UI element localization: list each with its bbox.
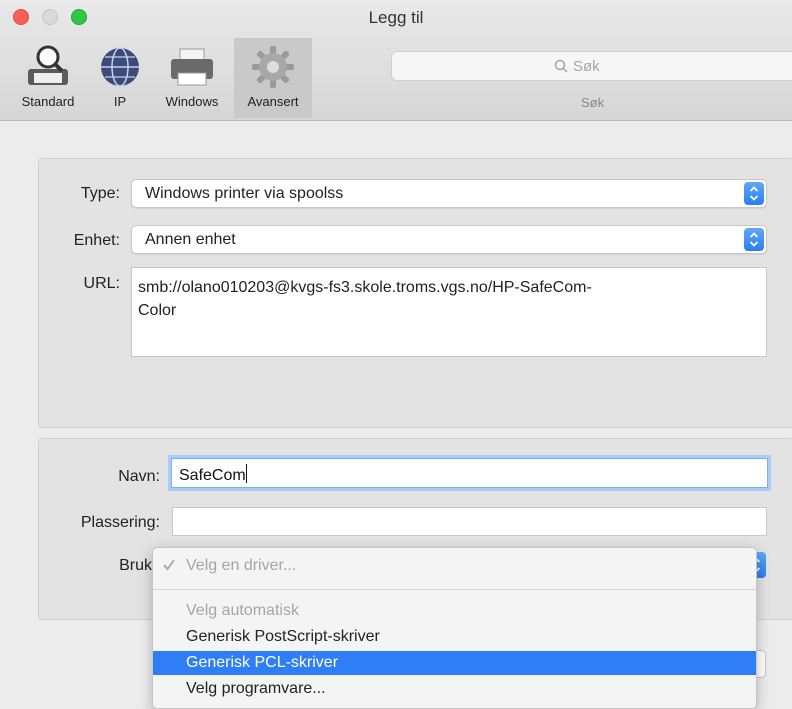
checkmark-icon bbox=[163, 559, 175, 571]
device-popup[interactable]: Annen enhet bbox=[131, 225, 767, 254]
globe-icon bbox=[101, 47, 139, 87]
toolbar-label: Windows bbox=[165, 94, 219, 109]
url-line-1: smb://olano010203@kvgs-fs3.skole.troms.v… bbox=[138, 279, 592, 296]
name-field[interactable]: SafeCom bbox=[171, 458, 768, 488]
name-label: Navn: bbox=[118, 468, 160, 485]
text-caret bbox=[245, 464, 247, 483]
url-line-2: Color bbox=[138, 302, 177, 319]
toolbar-label: Avansert bbox=[247, 94, 299, 109]
menu-separator bbox=[153, 589, 756, 590]
url-label: URL: bbox=[83, 275, 120, 292]
menu-item-current[interactable]: Velg en driver... bbox=[153, 554, 756, 578]
window-title: Legg til bbox=[368, 8, 424, 27]
toolbar-label: Standard bbox=[21, 94, 75, 109]
search-placeholder: Søk bbox=[573, 58, 600, 75]
menu-item-pcl[interactable]: Generisk PCL-skriver bbox=[153, 651, 756, 675]
name-value: SafeCom bbox=[179, 464, 247, 485]
standard-printer-magnifier-icon bbox=[28, 45, 68, 85]
menu-item-auto: Velg automatisk bbox=[153, 599, 756, 623]
url-value: smb://olano010203@kvgs-fs3.skole.troms.v… bbox=[138, 276, 738, 322]
type-value: Windows printer via spoolss bbox=[145, 185, 344, 202]
search-field[interactable]: Søk bbox=[391, 51, 792, 81]
device-label: Enhet: bbox=[73, 232, 120, 249]
chevron-updown-icon bbox=[749, 186, 759, 201]
menu-item-label: Generisk PCL-skriver bbox=[186, 654, 339, 671]
location-field[interactable] bbox=[172, 507, 767, 536]
printer-icon bbox=[171, 48, 213, 86]
toolbar-avansert-button[interactable]: Avansert bbox=[234, 38, 312, 118]
device-value: Annen enhet bbox=[145, 231, 236, 248]
menu-item-label: Velg programvare... bbox=[186, 680, 326, 697]
popup-stepper bbox=[744, 182, 764, 205]
toolbar-label: IP bbox=[113, 94, 127, 109]
type-popup[interactable]: Windows printer via spoolss bbox=[131, 179, 767, 208]
menu-item-select-software[interactable]: Velg programvare... bbox=[153, 677, 756, 701]
gear-icon bbox=[252, 46, 294, 88]
location-label: Plassering: bbox=[80, 514, 160, 531]
use-label: Bruk bbox=[119, 557, 152, 574]
chevron-updown-icon bbox=[749, 232, 759, 247]
window-toolbar: Legg til Standard IP Windows Avansert Sø… bbox=[0, 0, 792, 121]
menu-item-label: Velg en driver... bbox=[186, 557, 297, 574]
url-textarea[interactable]: smb://olano010203@kvgs-fs3.skole.troms.v… bbox=[131, 267, 767, 357]
toolbar-windows-button[interactable]: Windows bbox=[152, 38, 232, 118]
search-placeholder-wrap: Søk bbox=[554, 58, 600, 75]
search-caption: Søk bbox=[581, 95, 605, 110]
toolbar-standard-button[interactable]: Standard bbox=[6, 38, 90, 118]
popup-stepper bbox=[744, 228, 764, 251]
menu-item-label: Velg automatisk bbox=[186, 602, 299, 619]
menu-item-postscript[interactable]: Generisk PostScript-skriver bbox=[153, 625, 756, 649]
driver-dropdown-menu: Velg en driver... Velg automatisk Generi… bbox=[152, 547, 757, 709]
toolbar-ip-button[interactable]: IP bbox=[92, 38, 148, 118]
search-icon bbox=[554, 59, 568, 73]
name-text: SafeCom bbox=[179, 467, 246, 484]
menu-item-label: Generisk PostScript-skriver bbox=[186, 628, 380, 645]
type-label: Type: bbox=[80, 185, 120, 202]
